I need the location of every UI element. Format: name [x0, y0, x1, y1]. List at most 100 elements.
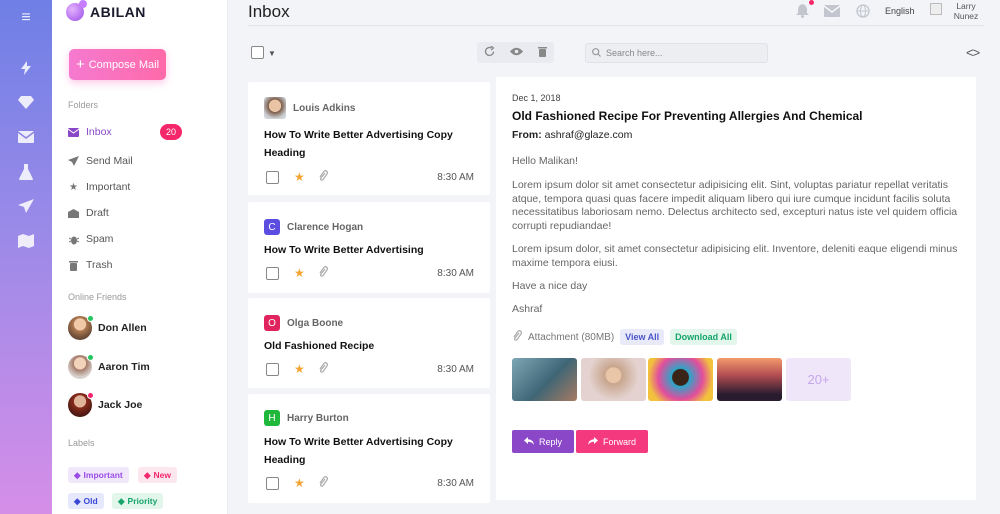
label-old[interactable]: ◆ Old — [68, 493, 104, 509]
language-selector[interactable]: English — [885, 6, 915, 16]
mail-item[interactable]: Louis Adkins How To Write Better Adverti… — [248, 82, 490, 195]
sender-name: Olga Boone — [287, 317, 344, 329]
forward-icon — [587, 436, 598, 447]
eye-icon[interactable] — [509, 47, 523, 59]
label-priority[interactable]: ◆ Priority — [112, 493, 164, 509]
mail-item[interactable]: H Harry Burton How To Write Better Adver… — [248, 394, 490, 503]
code-toggle-icon[interactable]: <> — [966, 45, 980, 60]
mail-subject: How To Write Better Advertising Copy Hea… — [264, 436, 453, 466]
mail-subject: How To Write Better Advertising — [264, 244, 424, 256]
mail-time: 8:30 AM — [437, 172, 474, 183]
attachment-thumbnail[interactable] — [717, 358, 782, 401]
friend-name: Don Allen — [98, 322, 147, 334]
sender-initial-badge: O — [264, 315, 280, 331]
header-divider — [248, 25, 984, 26]
paperclip-icon — [318, 362, 328, 377]
avatar — [68, 315, 94, 340]
folder-draft[interactable]: Draft — [68, 204, 218, 222]
attachment-thumbnail[interactable] — [648, 358, 713, 401]
star-icon[interactable]: ★ — [294, 266, 305, 280]
sender-avatar — [264, 97, 286, 119]
online-status-dot — [87, 354, 94, 361]
reply-button[interactable]: Reply — [512, 430, 574, 453]
more-attachments-tile[interactable]: 20+ — [786, 358, 851, 401]
search-icon — [592, 44, 601, 62]
mail-checkbox[interactable] — [266, 363, 279, 376]
mail-checkbox[interactable] — [266, 171, 279, 184]
paperclip-icon — [512, 329, 522, 345]
user-name[interactable]: Larry Nunez — [946, 1, 986, 21]
star-icon: ★ — [69, 181, 78, 193]
mail-subject: Old Fashioned Recipe — [264, 340, 375, 352]
from-address[interactable]: ashraf@glaze.com — [545, 129, 633, 141]
flask-icon[interactable] — [14, 160, 38, 184]
diamond-icon[interactable] — [14, 90, 38, 114]
map-icon[interactable] — [14, 229, 38, 253]
friend-jack-joe[interactable]: Jack Joe — [68, 392, 142, 418]
folder-send-mail[interactable]: Send Mail — [68, 152, 218, 170]
forward-button[interactable]: Forward — [576, 430, 648, 453]
draft-icon — [68, 208, 79, 219]
view-all-button[interactable]: View All — [620, 329, 665, 345]
message-greeting: Hello Malikan! — [512, 155, 578, 167]
folder-label: Trash — [86, 259, 113, 271]
friend-name: Jack Joe — [98, 399, 143, 411]
online-friends-heading: Online Friends — [68, 292, 127, 302]
search-input[interactable] — [606, 48, 756, 58]
chevron-down-icon[interactable]: ▼ — [268, 49, 276, 58]
message-subject: Old Fashioned Recipe For Preventing Alle… — [512, 109, 863, 123]
message-pane: Dec 1, 2018 Old Fashioned Recipe For Pre… — [496, 77, 976, 500]
paperclip-icon — [318, 170, 328, 185]
mail-item[interactable]: O Olga Boone Old Fashioned Recipe ★ 8:30… — [248, 298, 490, 388]
globe-icon[interactable] — [855, 3, 871, 19]
message-body-1: Lorem ipsum dolor sit amet consectetur a… — [512, 179, 958, 232]
mail-time: 8:30 AM — [437, 478, 474, 489]
friend-name: Aaron Tim — [98, 361, 150, 373]
bell-icon[interactable] — [794, 3, 810, 19]
mail-subject: How To Write Better Advertising Copy Hea… — [264, 129, 453, 159]
mail-checkbox[interactable] — [266, 267, 279, 280]
folder-trash[interactable]: Trash — [68, 256, 218, 274]
avatar — [68, 354, 94, 379]
mail-sender: H Harry Burton — [264, 410, 349, 426]
menu-icon[interactable]: ≡ — [14, 6, 38, 30]
star-icon[interactable]: ★ — [294, 362, 305, 376]
folder-spam[interactable]: Spam — [68, 230, 218, 248]
user-avatar[interactable] — [930, 3, 942, 15]
from-label: From: — [512, 129, 542, 141]
friend-aaron-tim[interactable]: Aaron Tim — [68, 354, 150, 380]
folder-label: Important — [86, 181, 131, 193]
download-all-button[interactable]: Download All — [670, 329, 737, 345]
forward-label: Forward — [602, 436, 636, 447]
tag-icon: ◆ — [118, 495, 125, 506]
mail-icon[interactable] — [14, 125, 38, 149]
star-icon[interactable]: ★ — [294, 170, 305, 184]
friend-don-allen[interactable]: Don Allen — [68, 315, 147, 341]
compose-mail-button[interactable]: + Compose Mail — [69, 49, 166, 80]
attachment-thumbnail[interactable] — [581, 358, 646, 401]
lightning-icon[interactable] — [14, 56, 38, 80]
select-all-checkbox[interactable] — [251, 46, 264, 59]
sender-initial-badge: H — [264, 410, 280, 426]
mail-item[interactable]: C Clarence Hogan How To Write Better Adv… — [248, 202, 490, 293]
folder-important[interactable]: ★ Important — [68, 178, 218, 196]
message-signature: Ashraf — [512, 303, 543, 315]
refresh-icon[interactable] — [484, 45, 495, 60]
icon-rail: ≡ — [0, 0, 52, 514]
labels-heading: Labels — [68, 438, 95, 448]
search-box[interactable] — [585, 43, 768, 63]
attachment-thumbnail[interactable] — [512, 358, 577, 401]
folder-inbox[interactable]: Inbox — [68, 123, 218, 141]
sender-name: Louis Adkins — [293, 102, 356, 114]
paper-plane-icon[interactable] — [14, 194, 38, 218]
brand[interactable]: ABILAN — [66, 0, 146, 21]
sender-name: Harry Burton — [287, 412, 349, 424]
star-icon[interactable]: ★ — [294, 476, 305, 490]
label-new[interactable]: ◆ New — [138, 467, 178, 483]
mail-checkbox[interactable] — [266, 477, 279, 490]
online-status-dot — [87, 315, 94, 322]
message-from: From: ashraf@glaze.com — [512, 129, 632, 141]
trash-icon[interactable] — [537, 46, 547, 60]
envelope-icon[interactable] — [824, 3, 840, 19]
label-important[interactable]: ◆ Important — [68, 467, 129, 483]
